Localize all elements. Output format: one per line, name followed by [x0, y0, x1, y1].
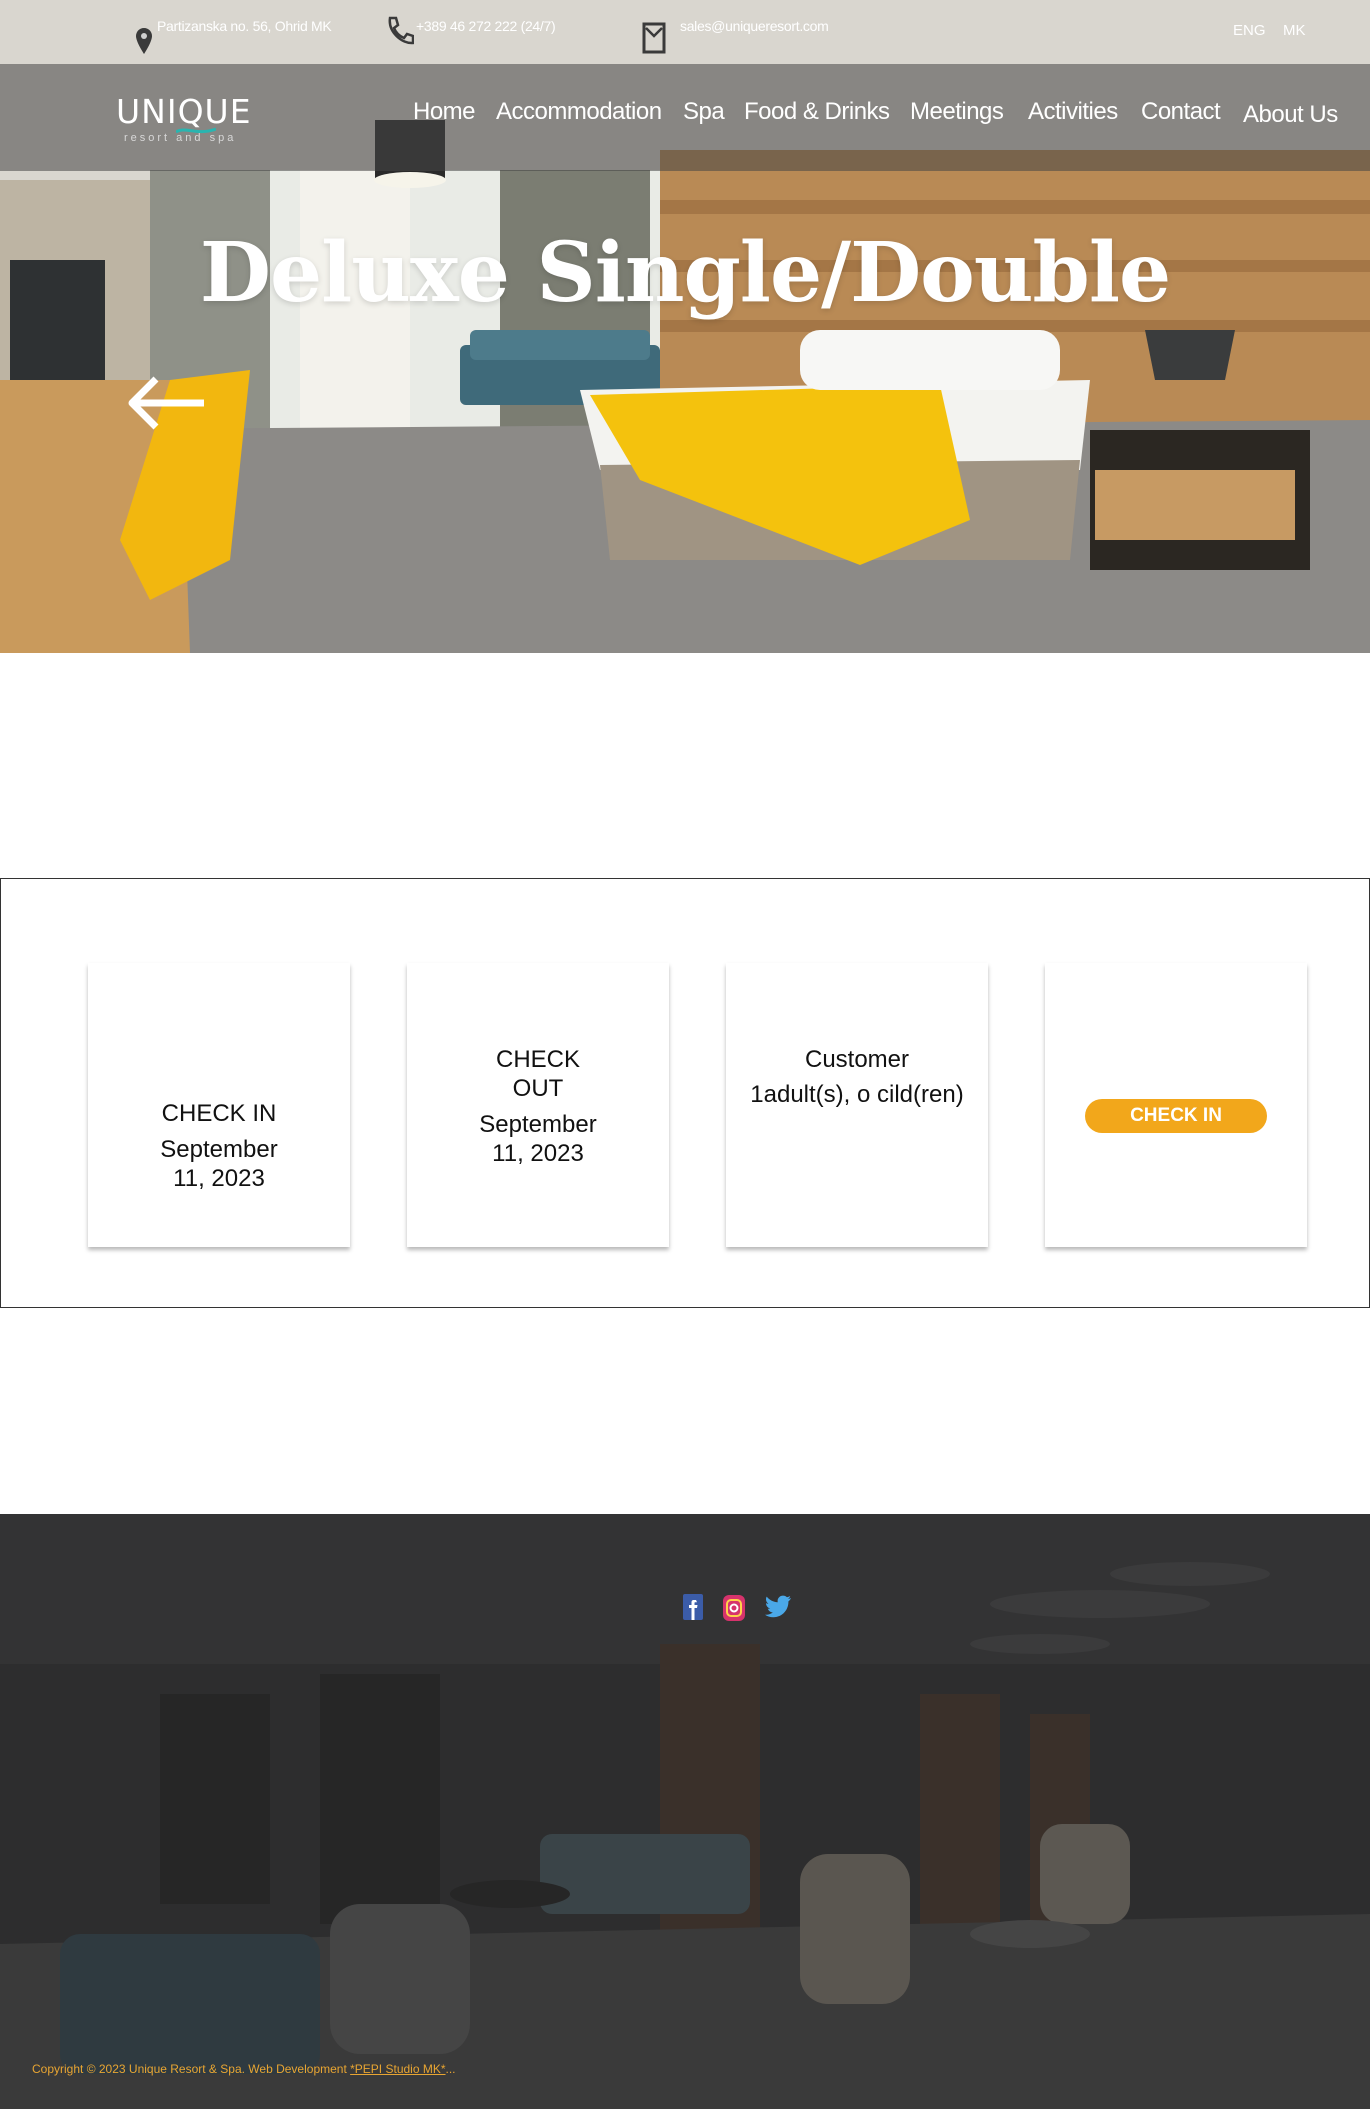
mail-icon	[642, 22, 666, 54]
instagram-icon[interactable]	[723, 1595, 745, 1621]
check-in-date-day: 11, 2023	[173, 1165, 265, 1192]
hero-section: Partizanska no. 56, Ohrid MK +389 46 272…	[0, 0, 1370, 653]
check-in-button-card: CHECK IN	[1045, 963, 1307, 1247]
email-text[interactable]: sales@uniqueresort.com	[680, 18, 829, 34]
twitter-icon[interactable]	[765, 1595, 791, 1619]
nav-home[interactable]: Home	[413, 98, 476, 126]
check-out-card[interactable]: CHECK OUT September 11, 2023	[407, 963, 669, 1247]
top-info-bar: Partizanska no. 56, Ohrid MK +389 46 272…	[0, 0, 1370, 64]
copyright-ellipsis: ...	[445, 2062, 456, 2076]
customer-label: Customer	[804, 1046, 910, 1073]
main-nav: Home Accommodation Spa Food & Drinks Mee…	[0, 98, 1370, 138]
address-text: Partizanska no. 56, Ohrid MK	[157, 18, 332, 34]
location-pin-icon	[136, 28, 152, 54]
nav-food-drinks[interactable]: Food & Drinks	[744, 98, 890, 126]
nav-meetings[interactable]: Meetings	[910, 98, 1004, 126]
check-in-button[interactable]: CHECK IN	[1085, 1099, 1267, 1133]
footer: Copyright © 2023 Unique Resort & Spa. We…	[0, 1514, 1370, 2109]
developer-link[interactable]: *PEPI Studio MK*	[350, 2062, 445, 2076]
check-in-label: CHECK IN	[161, 1100, 277, 1127]
check-in-card[interactable]: CHECK IN September 11, 2023	[88, 963, 350, 1247]
facebook-icon[interactable]	[683, 1594, 703, 1620]
nav-spa[interactable]: Spa	[683, 98, 725, 126]
check-in-date-month: September	[160, 1136, 278, 1163]
copyright-text: Copyright © 2023 Unique Resort & Spa. We…	[32, 2062, 351, 2076]
customer-value: 1adult(s), o cild(ren)	[750, 1081, 964, 1108]
lang-mk-link[interactable]: MK	[1283, 22, 1306, 39]
check-out-label-line2: OUT	[512, 1075, 564, 1102]
main-navbar: UNIQUE resort and spa Home Accommodation…	[0, 64, 1370, 171]
phone-icon	[388, 16, 414, 45]
arrow-left-icon[interactable]	[124, 376, 204, 430]
check-out-label-line1: CHECK	[495, 1046, 580, 1073]
booking-panel: CHECK IN September 11, 2023 CHECK OUT Se…	[0, 878, 1370, 1308]
copyright-notice: Copyright © 2023 Unique Resort & Spa. We…	[32, 2062, 456, 2076]
check-out-date-month: September	[479, 1111, 597, 1138]
nav-activities[interactable]: Activities	[1028, 98, 1118, 126]
nav-accommodation[interactable]: Accommodation	[496, 98, 662, 126]
nav-about-us[interactable]: About Us	[1243, 101, 1338, 129]
phone-text[interactable]: +389 46 272 222 (24/7)	[416, 18, 556, 34]
page-title: Deluxe Single/Double	[199, 225, 1171, 321]
check-out-date-day: 11, 2023	[492, 1140, 584, 1167]
lang-eng-link[interactable]: ENG	[1233, 22, 1266, 39]
customer-card[interactable]: Customer 1adult(s), o cild(ren)	[726, 963, 988, 1247]
nav-contact[interactable]: Contact	[1141, 98, 1221, 126]
